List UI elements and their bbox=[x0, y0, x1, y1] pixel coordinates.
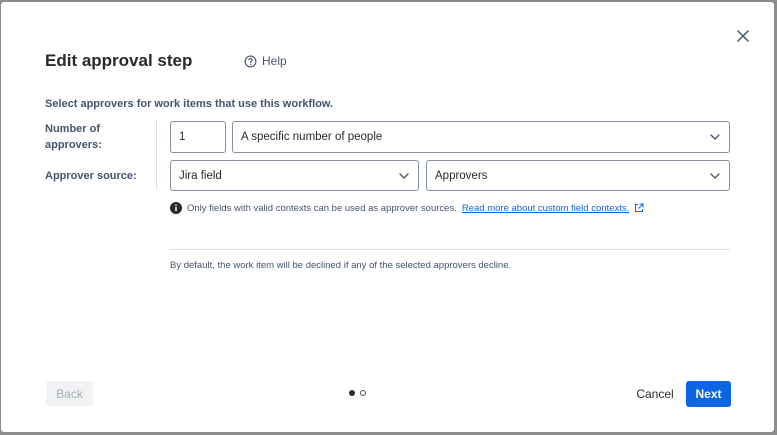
step-dot bbox=[360, 390, 366, 396]
custom-field-contexts-link[interactable]: Read more about custom field contexts. bbox=[462, 203, 629, 214]
decline-note: By default, the work item will be declin… bbox=[170, 260, 512, 271]
approver-source-value: Jira field bbox=[179, 169, 222, 182]
approver-count-value: 1 bbox=[179, 131, 186, 143]
dialog-description: Select approvers for work items that use… bbox=[45, 98, 334, 110]
section-divider bbox=[170, 249, 730, 250]
help-link[interactable]: Help bbox=[244, 52, 287, 70]
approver-source-label: Approver source: bbox=[45, 170, 137, 182]
next-button[interactable]: Next bbox=[686, 381, 731, 407]
approver-source-select[interactable]: Jira field bbox=[170, 160, 419, 191]
info-text: Only fields with valid contexts can be u… bbox=[187, 202, 457, 214]
approver-mode-select[interactable]: A specific number of people bbox=[232, 121, 730, 153]
external-link-icon bbox=[635, 203, 644, 212]
step-dot-current bbox=[349, 390, 355, 396]
close-icon bbox=[737, 30, 749, 42]
dialog-title: Edit approval step bbox=[45, 51, 193, 70]
edit-approval-dialog: Edit approval step Help Select approvers… bbox=[1, 2, 774, 432]
help-label: Help bbox=[262, 54, 287, 68]
info-message: Only fields with valid contexts can be u… bbox=[170, 202, 644, 214]
info-icon bbox=[170, 202, 182, 214]
step-indicator bbox=[349, 390, 366, 396]
close-button[interactable] bbox=[733, 26, 753, 46]
cancel-button[interactable]: Cancel bbox=[629, 381, 681, 406]
question-circle-icon bbox=[244, 55, 257, 67]
form-divider bbox=[156, 121, 157, 190]
chevron-down-icon bbox=[709, 170, 721, 182]
approver-field-select[interactable]: Approvers bbox=[426, 160, 730, 191]
chevron-down-icon bbox=[709, 131, 721, 143]
number-of-approvers-label: Number of approvers: bbox=[45, 123, 102, 151]
back-button[interactable]: Back bbox=[46, 381, 93, 406]
chevron-down-icon bbox=[398, 170, 410, 182]
approver-field-value: Approvers bbox=[435, 169, 488, 182]
approver-mode-value: A specific number of people bbox=[241, 131, 383, 143]
approver-count-input[interactable]: 1 bbox=[170, 121, 226, 153]
